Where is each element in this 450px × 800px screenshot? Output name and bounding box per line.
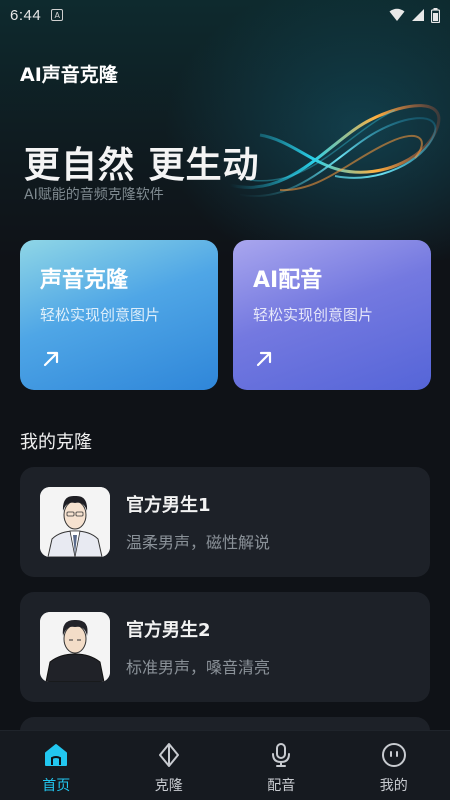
voice-avatar — [40, 612, 110, 682]
status-time: 6:44 — [10, 6, 42, 24]
nav-home[interactable]: 首页 — [0, 731, 113, 800]
ai-dubbing-card-title: AI配音 — [253, 268, 323, 293]
voice-clone-card-subtitle: 轻松实现创意图片 — [40, 306, 161, 324]
a-icon: A — [51, 9, 64, 21]
my-clones-title: 我的克隆 — [20, 432, 92, 453]
voice-description: 标准男声，嗓音清亮 — [126, 658, 271, 677]
nav-profile[interactable]: 我的 — [338, 731, 450, 800]
nav-clone-label: 克隆 — [154, 778, 183, 794]
voice-clone-card-title: 声音克隆 — [40, 268, 129, 293]
nav-dubbing-label: 配音 — [267, 778, 296, 794]
voice-list-item[interactable]: 官方男生2 标准男声，嗓音清亮 — [20, 592, 430, 702]
arrow-up-right-icon — [43, 351, 59, 367]
nav-dubbing[interactable]: 配音 — [225, 731, 338, 800]
wifi-icon — [389, 8, 405, 21]
nav-profile-label: 我的 — [379, 778, 408, 794]
hero-title: 更自然 更生动 — [24, 145, 260, 186]
profile-face-icon — [381, 743, 406, 767]
ai-dubbing-card-subtitle: 轻松实现创意图片 — [253, 306, 374, 324]
status-icons — [389, 7, 440, 23]
hero-subtitle: AI赋能的音频克隆软件 — [24, 187, 164, 203]
voice-avatar — [40, 487, 110, 557]
status-bar: 6:44 A — [0, 0, 450, 30]
ai-dubbing-card[interactable]: AI配音 轻松实现创意图片 — [233, 240, 431, 390]
signal-icon — [412, 9, 424, 21]
microphone-icon — [272, 743, 291, 767]
voice-description: 温柔男声，磁性解说 — [126, 533, 271, 552]
nav-home-label: 首页 — [42, 778, 71, 794]
home-icon — [45, 744, 68, 766]
arrow-up-right-icon — [256, 351, 272, 367]
battery-icon — [431, 7, 440, 23]
diamond-icon — [158, 743, 179, 767]
nav-clone[interactable]: 克隆 — [113, 731, 226, 800]
voice-list-item[interactable]: 官方男生1 温柔男声，磁性解说 — [20, 467, 430, 577]
voice-name: 官方男生1 — [126, 495, 211, 516]
bottom-navigation: 首页 克隆 配音 我的 — [0, 730, 450, 800]
voice-clone-card[interactable]: 声音克隆 轻松实现创意图片 — [20, 240, 218, 390]
voice-name: 官方男生2 — [126, 620, 211, 641]
app-title: AI声音克隆 — [20, 64, 118, 86]
